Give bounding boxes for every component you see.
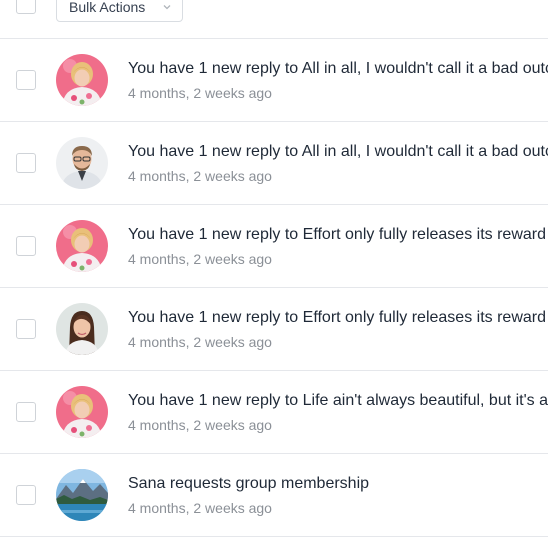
row-checkbox[interactable] (16, 153, 36, 173)
notification-text[interactable]: You have 1 new reply to Effort only full… (128, 308, 548, 328)
notification-time: 4 months, 2 weeks ago (128, 251, 272, 267)
woman-pink-floral-avatar[interactable] (56, 386, 108, 438)
mountain-lake-group-avatar[interactable] (56, 469, 108, 521)
notification-text[interactable]: You have 1 new reply to All in all, I wo… (128, 59, 548, 79)
bulk-toolbar: Bulk Actions (0, 0, 548, 39)
woman-brunette-avatar[interactable] (56, 303, 108, 355)
man-glasses-avatar[interactable] (56, 137, 108, 189)
woman-pink-floral-avatar[interactable] (56, 54, 108, 106)
notification-time: 4 months, 2 weeks ago (128, 168, 272, 184)
notification-row[interactable]: You have 1 new reply to Effort only full… (0, 288, 548, 371)
notification-time: 4 months, 2 weeks ago (128, 417, 272, 433)
notification-text[interactable]: You have 1 new reply to Life ain't alway… (128, 391, 548, 411)
notification-row[interactable]: You have 1 new reply to All in all, I wo… (0, 39, 548, 122)
bulk-actions-label: Bulk Actions (69, 0, 146, 15)
row-checkbox[interactable] (16, 319, 36, 339)
bulk-actions-select[interactable]: Bulk Actions (56, 0, 183, 22)
row-checkbox[interactable] (16, 485, 36, 505)
notification-text[interactable]: Sana requests group membership (128, 474, 548, 494)
notification-text[interactable]: You have 1 new reply to Effort only full… (128, 225, 548, 245)
notification-time: 4 months, 2 weeks ago (128, 85, 272, 101)
row-checkbox[interactable] (16, 236, 36, 256)
chevron-down-icon (163, 5, 171, 10)
notifications-page: Bulk Actions You have 1 new reply to All… (0, 0, 548, 541)
row-checkbox[interactable] (16, 402, 36, 422)
select-all-checkbox[interactable] (16, 0, 36, 14)
notification-time: 4 months, 2 weeks ago (128, 500, 272, 516)
notification-row[interactable]: You have 1 new reply to Life ain't alway… (0, 371, 548, 454)
woman-pink-floral-avatar[interactable] (56, 220, 108, 272)
notification-row[interactable]: Sana requests group membership 4 months,… (0, 454, 548, 537)
notification-row[interactable]: You have 1 new reply to All in all, I wo… (0, 122, 548, 205)
notification-text[interactable]: You have 1 new reply to All in all, I wo… (128, 142, 548, 162)
row-checkbox[interactable] (16, 70, 36, 90)
notification-time: 4 months, 2 weeks ago (128, 334, 272, 350)
notification-row[interactable]: You have 1 new reply to Effort only full… (0, 205, 548, 288)
